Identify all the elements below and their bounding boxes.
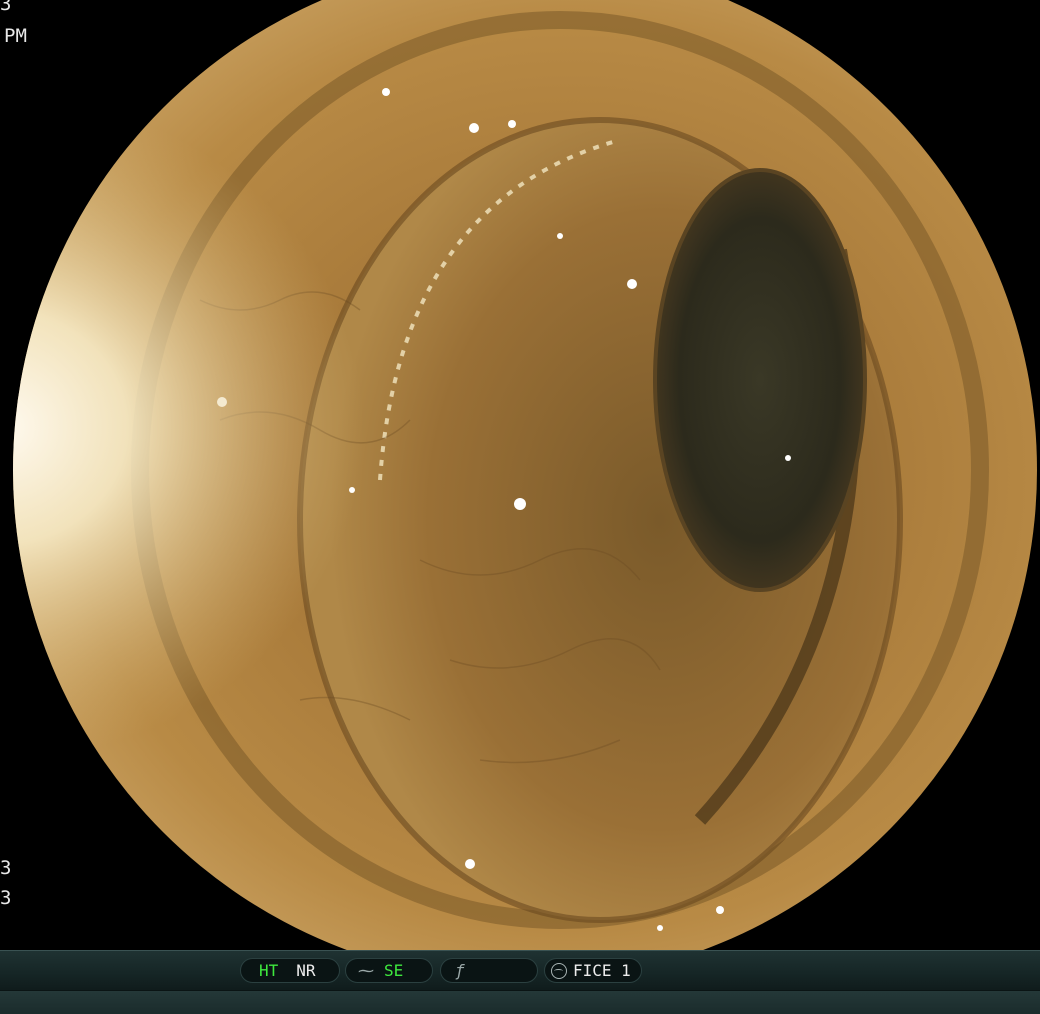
- circle-wave-icon: [551, 962, 567, 979]
- overlay-bottom-line-2: 3: [0, 887, 12, 909]
- endoscopic-view: [0, 0, 1040, 950]
- hue-tone-label: HT: [259, 961, 279, 980]
- overlay-top-line-2: PM: [4, 25, 27, 47]
- tilde-curve-icon: ⁓: [358, 961, 374, 980]
- structure-enhance-label: SE: [384, 961, 404, 980]
- endoscope-screen: 3 PM 3 3 HT NR ⁓ SE ƒ FICE 1: [0, 0, 1040, 1014]
- fice-indicator: FICE 1: [544, 958, 642, 983]
- noise-reduction-label: NR: [296, 961, 316, 980]
- fice-label: FICE 1: [573, 961, 631, 980]
- status-bar-lower: [0, 990, 1040, 1014]
- mode-indicator: ƒ: [440, 958, 538, 983]
- italic-f-icon: ƒ: [455, 961, 465, 980]
- overlay-bottom-line-1: 3: [0, 857, 12, 879]
- structure-enhance-indicator: ⁓ SE: [345, 958, 433, 983]
- overlay-top-line-1: 3: [0, 0, 12, 15]
- hue-noise-indicator: HT NR: [240, 958, 340, 983]
- endoscopic-image: [13, 0, 1037, 950]
